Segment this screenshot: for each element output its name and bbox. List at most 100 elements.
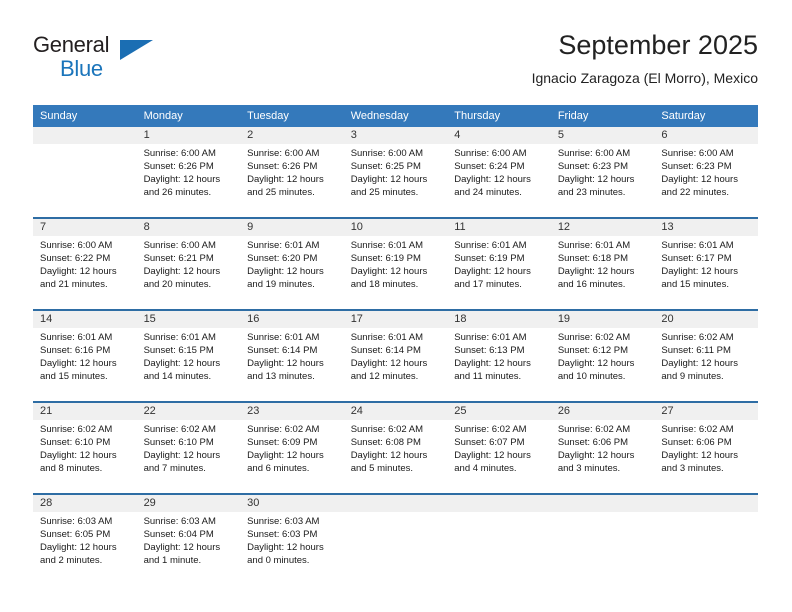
calendar-day-cell[interactable]: 13 Sunrise: 6:01 AM Sunset: 6:17 PM Dayligh… [654, 217, 758, 310]
calendar-day-cell[interactable]: 14 Sunrise: 6:01 AM Sunset: 6:16 PM Dayligh… [33, 309, 137, 402]
day-cell-inner: 21 Sunrise: 6:02 AM Sunset: 6:10 PM Dayligh… [33, 403, 137, 493]
day-detail-daylight1: Daylight: 12 hours [661, 358, 738, 369]
day-cell-inner: 2 Sunrise: 6:00 AM Sunset: 6:26 PM Daylight… [240, 127, 344, 217]
day-detail-daylight1: Daylight: 12 hours [247, 266, 324, 277]
calendar-day-cell[interactable]: 24 Sunrise: 6:02 AM Sunset: 6:08 PM Dayligh… [343, 401, 448, 494]
day-detail-sunrise: Sunrise: 6:01 AM [454, 332, 527, 343]
day-detail-daylight2: and 10 minutes. [557, 371, 626, 382]
day-detail-daylight1: Daylight: 12 hours [557, 358, 635, 369]
day-cell-inner [343, 495, 448, 585]
calendar-day-cell[interactable]: 19 Sunrise: 6:02 AM Sunset: 6:12 PM Dayligh… [550, 309, 655, 402]
day-detail-daylight2: and 0 minutes. [247, 555, 310, 566]
calendar-day-cell[interactable]: 26 Sunrise: 6:02 AM Sunset: 6:06 PM Dayligh… [550, 401, 655, 494]
calendar-day-cell[interactable]: 3 Sunrise: 6:00 AM Sunset: 6:25 PM Daylight… [343, 127, 448, 218]
day-detail-sunset: Sunset: 6:23 PM [557, 161, 629, 172]
day-details: Sunrise: 6:01 AM Sunset: 6:14 PM Daylight:… [344, 328, 448, 383]
day-number: 4 [447, 127, 551, 144]
day-number: 9 [240, 219, 344, 236]
calendar-day-cell[interactable]: 15 Sunrise: 6:01 AM Sunset: 6:15 PM Dayligh… [136, 309, 241, 402]
day-number: 24 [343, 403, 448, 420]
day-number [550, 495, 655, 512]
day-number: 16 [240, 311, 344, 328]
day-detail-daylight1: Daylight: 12 hours [40, 450, 117, 461]
day-detail-daylight2: and 21 minutes. [40, 279, 108, 290]
day-detail-daylight1: Daylight: 12 hours [454, 450, 531, 461]
calendar-day-cell[interactable]: 7 Sunrise: 6:00 AM Sunset: 6:22 PM Daylight… [33, 217, 137, 310]
calendar-grid: Sunday Monday Tuesday Wednesday Thursday… [33, 105, 758, 585]
day-detail-sunrise: Sunrise: 6:03 AM [247, 516, 320, 527]
day-detail-daylight1: Daylight: 12 hours [557, 266, 635, 277]
day-details: Sunrise: 6:02 AM Sunset: 6:07 PM Daylight:… [447, 420, 551, 475]
day-detail-sunset: Sunset: 6:26 PM [143, 161, 214, 172]
calendar-day-cell[interactable]: 2 Sunrise: 6:00 AM Sunset: 6:26 PM Daylight… [240, 127, 344, 218]
calendar-day-cell[interactable]: 8 Sunrise: 6:00 AM Sunset: 6:21 PM Daylight… [136, 217, 241, 310]
calendar-day-cell[interactable]: 21 Sunrise: 6:02 AM Sunset: 6:10 PM Dayligh… [33, 401, 137, 494]
day-detail-daylight2: and 8 minutes. [40, 463, 103, 474]
calendar-day-cell[interactable]: 30 Sunrise: 6:03 AM Sunset: 6:03 PM Dayligh… [240, 493, 344, 585]
calendar-day-cell[interactable]: 27 Sunrise: 6:02 AM Sunset: 6:06 PM Dayligh… [654, 401, 758, 494]
day-details: Sunrise: 6:01 AM Sunset: 6:19 PM Daylight:… [447, 236, 551, 291]
calendar-week-row: 21 Sunrise: 6:02 AM Sunset: 6:10 PM Dayligh… [33, 401, 758, 494]
calendar-week-row: 14 Sunrise: 6:01 AM Sunset: 6:16 PM Dayligh… [33, 309, 758, 402]
page-subtitle: Ignacio Zaragoza (El Morro), Mexico [531, 70, 758, 86]
calendar-day-cell[interactable]: 25 Sunrise: 6:02 AM Sunset: 6:07 PM Dayligh… [447, 401, 551, 494]
day-detail-daylight1: Daylight: 12 hours [40, 358, 117, 369]
calendar-day-cell[interactable]: 10 Sunrise: 6:01 AM Sunset: 6:19 PM Dayligh… [343, 217, 448, 310]
day-detail-sunrise: Sunrise: 6:01 AM [247, 240, 320, 251]
day-detail-daylight1: Daylight: 12 hours [247, 358, 324, 369]
day-number: 12 [550, 219, 655, 236]
calendar-day-cell[interactable]: 17 Sunrise: 6:01 AM Sunset: 6:14 PM Dayligh… [343, 309, 448, 402]
day-detail-sunrise: Sunrise: 6:02 AM [247, 424, 320, 435]
calendar-day-cell[interactable]: 23 Sunrise: 6:02 AM Sunset: 6:09 PM Dayligh… [240, 401, 344, 494]
day-detail-daylight1: Daylight: 12 hours [143, 542, 221, 553]
day-detail-daylight2: and 4 minutes. [454, 463, 517, 474]
day-cell-inner: 16 Sunrise: 6:01 AM Sunset: 6:14 PM Dayligh… [240, 311, 344, 401]
calendar-day-cell[interactable]: 16 Sunrise: 6:01 AM Sunset: 6:14 PM Dayligh… [240, 309, 344, 402]
day-detail-sunrise: Sunrise: 6:03 AM [143, 516, 216, 527]
day-detail-sunset: Sunset: 6:13 PM [454, 345, 525, 356]
day-detail-daylight2: and 7 minutes. [143, 463, 206, 474]
calendar-day-cell[interactable]: 5 Sunrise: 6:00 AM Sunset: 6:23 PM Daylight… [550, 127, 655, 218]
day-detail-sunset: Sunset: 6:09 PM [247, 437, 318, 448]
day-cell-inner: 4 Sunrise: 6:00 AM Sunset: 6:24 PM Daylight… [447, 127, 551, 217]
day-number: 23 [240, 403, 344, 420]
day-detail-daylight2: and 24 minutes. [454, 187, 522, 198]
calendar-day-cell[interactable]: 11 Sunrise: 6:01 AM Sunset: 6:19 PM Dayligh… [447, 217, 551, 310]
day-details: Sunrise: 6:02 AM Sunset: 6:06 PM Daylight:… [551, 420, 655, 475]
day-details: Sunrise: 6:02 AM Sunset: 6:12 PM Daylight:… [551, 328, 655, 383]
day-detail-daylight1: Daylight: 12 hours [143, 174, 221, 185]
day-detail-daylight1: Daylight: 12 hours [661, 450, 738, 461]
weekday-header-saturday: Saturday [654, 105, 758, 127]
calendar-day-cell[interactable]: 22 Sunrise: 6:02 AM Sunset: 6:10 PM Dayligh… [136, 401, 241, 494]
day-detail-daylight1: Daylight: 12 hours [143, 266, 221, 277]
day-detail-daylight2: and 17 minutes. [454, 279, 522, 290]
day-number: 29 [136, 495, 241, 512]
calendar-day-cell[interactable]: 28 Sunrise: 6:03 AM Sunset: 6:05 PM Dayligh… [33, 493, 137, 585]
calendar-day-cell[interactable]: 9 Sunrise: 6:01 AM Sunset: 6:20 PM Daylight… [240, 217, 344, 310]
day-cell-inner [447, 495, 551, 585]
calendar-day-cell[interactable]: 18 Sunrise: 6:01 AM Sunset: 6:13 PM Dayligh… [447, 309, 551, 402]
calendar-day-cell[interactable]: 12 Sunrise: 6:01 AM Sunset: 6:18 PM Dayligh… [550, 217, 655, 310]
day-details: Sunrise: 6:03 AM Sunset: 6:04 PM Daylight:… [137, 512, 241, 567]
calendar-day-cell[interactable]: 1 Sunrise: 6:00 AM Sunset: 6:26 PM Daylight… [136, 127, 241, 218]
calendar-day-cell[interactable]: 4 Sunrise: 6:00 AM Sunset: 6:24 PM Daylight… [447, 127, 551, 218]
day-cell-inner [654, 495, 758, 585]
calendar-day-cell[interactable]: 6 Sunrise: 6:00 AM Sunset: 6:23 PM Daylight… [654, 127, 758, 218]
general-blue-logo[interactable]: General Blue [33, 32, 163, 88]
day-cell-inner: 11 Sunrise: 6:01 AM Sunset: 6:19 PM Dayligh… [447, 219, 551, 309]
calendar-day-cell[interactable]: 20 Sunrise: 6:02 AM Sunset: 6:11 PM Dayligh… [654, 309, 758, 402]
day-detail-sunset: Sunset: 6:18 PM [557, 253, 629, 264]
calendar-day-cell[interactable]: 29 Sunrise: 6:03 AM Sunset: 6:04 PM Dayligh… [136, 493, 241, 585]
day-cell-inner: 1 Sunrise: 6:00 AM Sunset: 6:26 PM Daylight… [136, 127, 241, 217]
day-detail-sunset: Sunset: 6:10 PM [143, 437, 214, 448]
weekday-header-wednesday: Wednesday [343, 105, 448, 127]
day-details: Sunrise: 6:00 AM Sunset: 6:23 PM Daylight:… [551, 144, 655, 199]
day-details: Sunrise: 6:03 AM Sunset: 6:05 PM Daylight:… [33, 512, 137, 567]
day-number: 11 [447, 219, 551, 236]
day-cell-inner: 29 Sunrise: 6:03 AM Sunset: 6:04 PM Dayligh… [136, 495, 241, 585]
day-cell-inner: 22 Sunrise: 6:02 AM Sunset: 6:10 PM Dayligh… [136, 403, 241, 493]
day-detail-daylight2: and 25 minutes. [247, 187, 315, 198]
weekday-header-monday: Monday [136, 105, 241, 127]
day-details: Sunrise: 6:00 AM Sunset: 6:21 PM Daylight:… [137, 236, 241, 291]
day-detail-sunrise: Sunrise: 6:00 AM [350, 148, 424, 159]
